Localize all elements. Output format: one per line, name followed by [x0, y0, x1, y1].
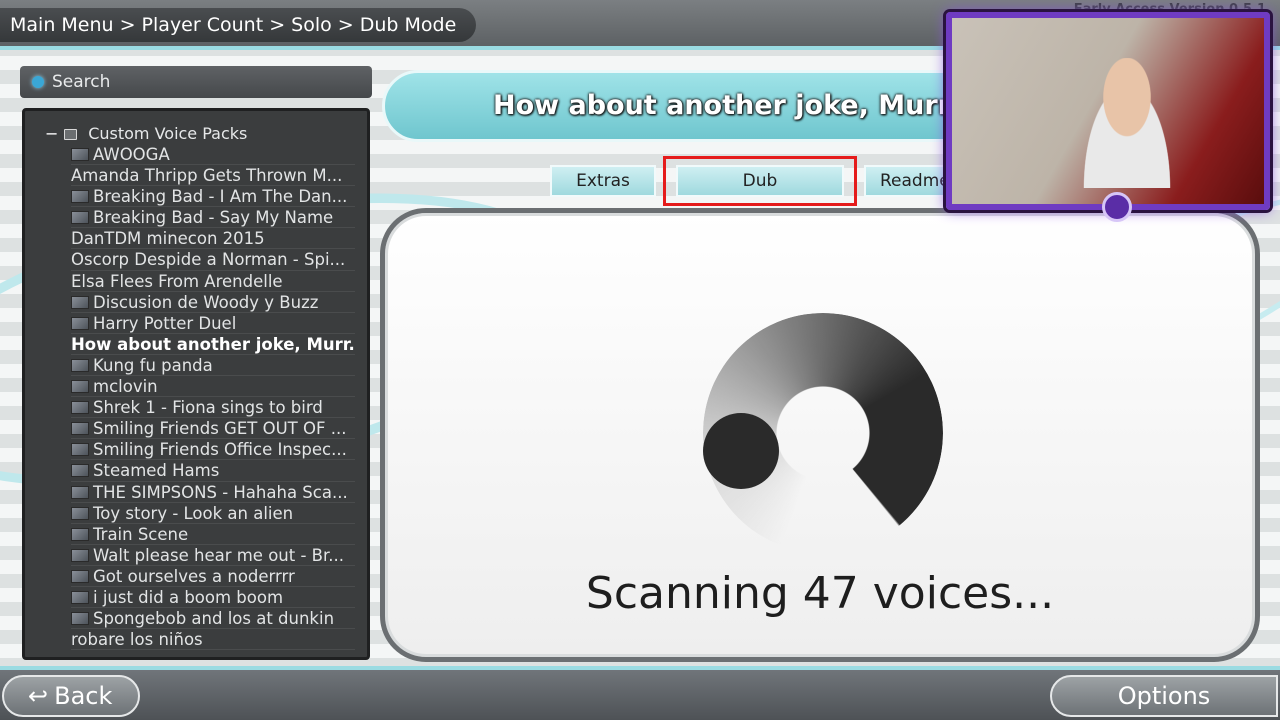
tree-item[interactable]: Breaking Bad - I Am The Dan... — [71, 186, 355, 208]
tree-item[interactable]: Got ourselves a noderrrr — [71, 566, 355, 587]
tree-item-label: Elsa Flees From Arendelle — [71, 271, 283, 291]
thumbnail-icon — [71, 590, 89, 604]
thumbnail-icon — [71, 612, 89, 626]
tree-item-label: Amanda Thripp Gets Thrown M... — [71, 166, 343, 186]
tree-item[interactable]: Shrek 1 - Fiona sings to bird — [71, 397, 355, 419]
thumbnail-icon — [71, 295, 89, 309]
thumbnail-icon — [71, 316, 89, 330]
tree-root-label: Custom Voice Packs — [88, 124, 248, 143]
webcam-overlay — [946, 12, 1270, 222]
tree-item[interactable]: Kung fu panda — [71, 355, 355, 377]
tree-item-label: Spongebob and los at dunkin — [93, 609, 335, 629]
thumbnail-icon — [71, 464, 89, 478]
tree-item-label: Breaking Bad - I Am The Dan... — [93, 187, 348, 207]
tree-item[interactable]: Smiling Friends GET OUT OF ... — [71, 418, 355, 440]
tree-item[interactable]: THE SIMPSONS - Hahaha Sca... — [71, 482, 355, 503]
tree-item-label: Discusion de Woody y Buzz — [93, 292, 319, 312]
webcam-person — [1072, 58, 1182, 188]
breadcrumb: Main Menu > Player Count > Solo > Dub Mo… — [0, 8, 477, 42]
loading-spinner-head — [703, 413, 779, 489]
tree-item[interactable]: Oscorp Despide a Norman - Spi... — [71, 249, 355, 271]
tree-item[interactable]: Amanda Thripp Gets Thrown M... — [71, 165, 355, 187]
tree-item-label: Walt please hear me out - Br... — [93, 545, 344, 565]
tree-item-label: Steamed Hams — [93, 461, 220, 481]
thumbnail-icon — [71, 548, 89, 562]
tree-item[interactable]: robare los niños — [71, 629, 355, 651]
streamer-badge-icon — [1102, 192, 1132, 222]
tree-item-label: How about another joke, Murr... — [71, 334, 355, 354]
search-icon — [32, 76, 44, 88]
tree-item[interactable]: mclovin — [71, 376, 355, 398]
tree-item-label: Kung fu panda — [93, 355, 213, 375]
tree-item[interactable]: Spongebob and los at dunkin — [71, 608, 355, 630]
tree-item[interactable]: i just did a boom boom — [71, 587, 355, 609]
tree-item-label: Smiling Friends Office Inspec... — [93, 440, 347, 460]
thumbnail-icon — [71, 443, 89, 457]
tree-item[interactable]: Discusion de Woody y Buzz — [71, 292, 355, 313]
search-placeholder: Search — [52, 72, 111, 92]
tree-item-label: Got ourselves a noderrrr — [93, 566, 295, 586]
back-arrow-icon: ↩ — [28, 682, 49, 710]
back-button[interactable]: ↩ Back — [2, 675, 140, 717]
thumbnail-icon — [71, 506, 89, 520]
folder-icon — [64, 129, 78, 140]
scanning-status: Scanning 47 voices... — [585, 568, 1055, 619]
tree-item-label: DanTDM minecon 2015 — [71, 229, 265, 249]
tree-item-label: Harry Potter Duel — [93, 313, 237, 333]
tab-dub[interactable]: Dub — [676, 165, 844, 197]
tree-item-label: Oscorp Despide a Norman - Spi... — [71, 250, 346, 270]
thumbnail-icon — [71, 211, 89, 225]
tree-item[interactable]: AWOOGA — [71, 144, 355, 166]
tree-item[interactable]: Walt please hear me out - Br... — [71, 545, 355, 566]
tree-item[interactable]: Toy story - Look an alien — [71, 503, 355, 524]
tree-item-label: Toy story - Look an alien — [93, 503, 294, 523]
tree-item[interactable]: Smiling Friends Office Inspec... — [71, 439, 355, 461]
back-label: Back — [54, 682, 113, 710]
tree-item-label: AWOOGA — [93, 145, 170, 164]
tree-item-label: Train Scene — [93, 524, 189, 544]
tab-extras[interactable]: Extras — [550, 165, 656, 197]
tree-item[interactable]: DanTDM minecon 2015 — [71, 228, 355, 250]
tree-item-label: THE SIMPSONS - Hahaha Sca... — [93, 482, 348, 502]
thumbnail-icon — [71, 190, 89, 204]
options-button[interactable]: Options — [1050, 675, 1278, 717]
tree-root-custom-voice-packs[interactable]: − Custom Voice Packs — [25, 123, 367, 144]
tree-item-label: Breaking Bad - Say My Name — [93, 208, 334, 228]
tree-item-label: Smiling Friends GET OUT OF ... — [93, 419, 347, 439]
voice-pack-tree[interactable]: − Custom Voice Packs AWOOGA Amanda Thripp… — [22, 108, 370, 660]
tree-item[interactable]: Harry Potter Duel — [71, 313, 355, 334]
thumbnail-icon — [71, 527, 89, 541]
page-title: How about another joke, Murray — [382, 70, 1002, 142]
tree-item-label: mclovin — [93, 377, 158, 397]
collapse-icon[interactable]: − — [45, 123, 58, 144]
thumbnail-icon — [71, 485, 89, 499]
thumbnail-icon — [71, 422, 89, 436]
tree-item-label: Shrek 1 - Fiona sings to bird — [93, 398, 323, 418]
search-input[interactable]: Search — [20, 66, 372, 98]
tree-item[interactable]: Breaking Bad - Say My Name — [71, 207, 355, 229]
tree-item[interactable]: How about another joke, Murr... — [71, 334, 355, 355]
thumbnail-icon — [71, 569, 89, 583]
tree-item-label: robare los niños — [71, 630, 203, 650]
tree-items: AWOOGA Amanda Thripp Gets Thrown M... Brea… — [25, 144, 367, 651]
tree-item[interactable]: Steamed Hams — [71, 460, 355, 482]
thumbnail-icon — [71, 380, 89, 394]
scanning-panel: Scanning 47 voices... — [380, 208, 1260, 662]
tree-item-label: i just did a boom boom — [93, 587, 284, 607]
thumbnail-icon — [71, 401, 89, 415]
thumbnail-icon — [71, 358, 89, 372]
tree-item[interactable]: Train Scene — [71, 524, 355, 545]
tree-item[interactable]: Elsa Flees From Arendelle — [71, 271, 355, 292]
thumbnail-icon — [71, 148, 89, 161]
